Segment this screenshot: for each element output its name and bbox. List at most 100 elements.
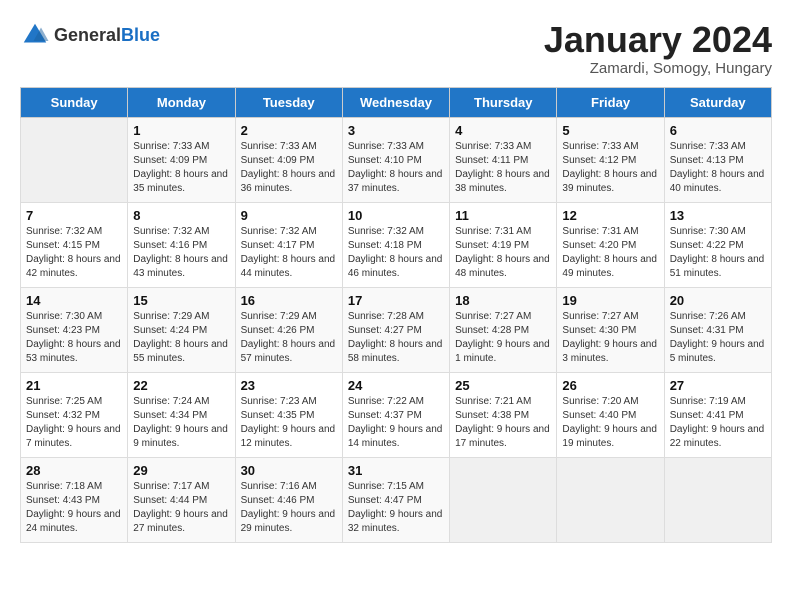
calendar-cell: [450, 457, 557, 542]
calendar-cell: 1 Sunrise: 7:33 AMSunset: 4:09 PMDaylight…: [128, 117, 235, 202]
logo-general: General: [54, 25, 121, 45]
day-number: 10: [348, 208, 444, 223]
col-header-sunday: Sunday: [21, 87, 128, 117]
calendar-cell: 12 Sunrise: 7:31 AMSunset: 4:20 PMDayligh…: [557, 202, 664, 287]
calendar-cell: 22Sunrise: 7:24 AMSunset: 4:34 PMDayligh…: [128, 372, 235, 457]
col-header-thursday: Thursday: [450, 87, 557, 117]
calendar-week-row: 14 Sunrise: 7:30 AMSunset: 4:23 PMDayligh…: [21, 287, 772, 372]
day-number: 28: [26, 463, 122, 478]
day-info: Sunrise: 7:30 AMSunset: 4:23 PMDaylight:…: [26, 310, 122, 366]
day-number: 11: [455, 208, 551, 223]
day-number: 27: [670, 378, 766, 393]
calendar-week-row: 7Sunrise: 7:32 AMSunset: 4:15 PMDaylight…: [21, 202, 772, 287]
calendar-cell: 14 Sunrise: 7:30 AMSunset: 4:23 PMDayligh…: [21, 287, 128, 372]
day-number: 16: [241, 293, 337, 308]
calendar-cell: 29 Sunrise: 7:17 AMSunset: 4:44 PMDayligh…: [128, 457, 235, 542]
calendar-week-row: 28 Sunrise: 7:18 AMSunset: 4:43 PMDayligh…: [21, 457, 772, 542]
day-number: 31: [348, 463, 444, 478]
col-header-tuesday: Tuesday: [235, 87, 342, 117]
calendar-table: SundayMondayTuesdayWednesdayThursdayFrid…: [20, 87, 772, 543]
calendar-week-row: 1 Sunrise: 7:33 AMSunset: 4:09 PMDaylight…: [21, 117, 772, 202]
day-info: Sunrise: 7:22 AMSunset: 4:37 PMDaylight:…: [348, 395, 444, 451]
day-info: Sunrise: 7:33 AMSunset: 4:13 PMDaylight:…: [670, 140, 766, 196]
calendar-cell: 5 Sunrise: 7:33 AMSunset: 4:12 PMDaylight…: [557, 117, 664, 202]
day-number: 8: [133, 208, 229, 223]
calendar-cell: [557, 457, 664, 542]
day-info: Sunrise: 7:33 AMSunset: 4:12 PMDaylight:…: [562, 140, 658, 196]
day-info: Sunrise: 7:27 AMSunset: 4:30 PMDaylight:…: [562, 310, 658, 366]
calendar-cell: 23 Sunrise: 7:23 AMSunset: 4:35 PMDayligh…: [235, 372, 342, 457]
logo-blue: Blue: [121, 25, 160, 45]
calendar-cell: 24 Sunrise: 7:22 AMSunset: 4:37 PMDayligh…: [342, 372, 449, 457]
col-header-friday: Friday: [557, 87, 664, 117]
title-block: January 2024 Zamardi, Somogy, Hungary: [544, 20, 772, 77]
day-number: 23: [241, 378, 337, 393]
day-number: 20: [670, 293, 766, 308]
calendar-week-row: 21 Sunrise: 7:25 AMSunset: 4:32 PMDayligh…: [21, 372, 772, 457]
day-number: 22: [133, 378, 229, 393]
day-number: 24: [348, 378, 444, 393]
day-info: Sunrise: 7:23 AMSunset: 4:35 PMDaylight:…: [241, 395, 337, 451]
day-info: Sunrise: 7:32 AMSunset: 4:17 PMDaylight:…: [241, 225, 337, 281]
calendar-cell: 26Sunrise: 7:20 AMSunset: 4:40 PMDayligh…: [557, 372, 664, 457]
day-number: 17: [348, 293, 444, 308]
day-number: 9: [241, 208, 337, 223]
calendar-cell: 8 Sunrise: 7:32 AMSunset: 4:16 PMDaylight…: [128, 202, 235, 287]
month-title: January 2024: [544, 20, 772, 60]
day-info: Sunrise: 7:31 AMSunset: 4:20 PMDaylight:…: [562, 225, 658, 281]
logo-text: GeneralBlue: [54, 25, 160, 46]
calendar-cell: 15 Sunrise: 7:29 AMSunset: 4:24 PMDayligh…: [128, 287, 235, 372]
page-header: GeneralBlue January 2024 Zamardi, Somogy…: [20, 20, 772, 77]
day-info: Sunrise: 7:31 AMSunset: 4:19 PMDaylight:…: [455, 225, 551, 281]
day-number: 1: [133, 123, 229, 138]
col-header-wednesday: Wednesday: [342, 87, 449, 117]
calendar-cell: 19 Sunrise: 7:27 AMSunset: 4:30 PMDayligh…: [557, 287, 664, 372]
day-info: Sunrise: 7:17 AMSunset: 4:44 PMDaylight:…: [133, 480, 229, 536]
day-number: 5: [562, 123, 658, 138]
calendar-cell: [21, 117, 128, 202]
day-info: Sunrise: 7:29 AMSunset: 4:26 PMDaylight:…: [241, 310, 337, 366]
calendar-header-row: SundayMondayTuesdayWednesdayThursdayFrid…: [21, 87, 772, 117]
day-info: Sunrise: 7:32 AMSunset: 4:16 PMDaylight:…: [133, 225, 229, 281]
calendar-cell: 7Sunrise: 7:32 AMSunset: 4:15 PMDaylight…: [21, 202, 128, 287]
day-info: Sunrise: 7:33 AMSunset: 4:10 PMDaylight:…: [348, 140, 444, 196]
col-header-monday: Monday: [128, 87, 235, 117]
day-number: 13: [670, 208, 766, 223]
calendar-cell: 9 Sunrise: 7:32 AMSunset: 4:17 PMDaylight…: [235, 202, 342, 287]
day-number: 2: [241, 123, 337, 138]
calendar-cell: 3Sunrise: 7:33 AMSunset: 4:10 PMDaylight…: [342, 117, 449, 202]
day-info: Sunrise: 7:33 AMSunset: 4:09 PMDaylight:…: [133, 140, 229, 196]
calendar-cell: 18 Sunrise: 7:27 AMSunset: 4:28 PMDayligh…: [450, 287, 557, 372]
calendar-cell: 10Sunrise: 7:32 AMSunset: 4:18 PMDayligh…: [342, 202, 449, 287]
day-info: Sunrise: 7:15 AMSunset: 4:47 PMDaylight:…: [348, 480, 444, 536]
day-number: 21: [26, 378, 122, 393]
day-number: 25: [455, 378, 551, 393]
col-header-saturday: Saturday: [664, 87, 771, 117]
day-number: 15: [133, 293, 229, 308]
day-info: Sunrise: 7:33 AMSunset: 4:09 PMDaylight:…: [241, 140, 337, 196]
calendar-cell: 16 Sunrise: 7:29 AMSunset: 4:26 PMDayligh…: [235, 287, 342, 372]
day-info: Sunrise: 7:16 AMSunset: 4:46 PMDaylight:…: [241, 480, 337, 536]
calendar-cell: 30 Sunrise: 7:16 AMSunset: 4:46 PMDayligh…: [235, 457, 342, 542]
calendar-cell: 20Sunrise: 7:26 AMSunset: 4:31 PMDayligh…: [664, 287, 771, 372]
calendar-cell: 25Sunrise: 7:21 AMSunset: 4:38 PMDayligh…: [450, 372, 557, 457]
logo-icon: [20, 20, 50, 50]
day-info: Sunrise: 7:33 AMSunset: 4:11 PMDaylight:…: [455, 140, 551, 196]
location-subtitle: Zamardi, Somogy, Hungary: [544, 60, 772, 77]
day-number: 18: [455, 293, 551, 308]
day-info: Sunrise: 7:28 AMSunset: 4:27 PMDaylight:…: [348, 310, 444, 366]
calendar-cell: 2 Sunrise: 7:33 AMSunset: 4:09 PMDaylight…: [235, 117, 342, 202]
calendar-cell: 21 Sunrise: 7:25 AMSunset: 4:32 PMDayligh…: [21, 372, 128, 457]
day-number: 29: [133, 463, 229, 478]
calendar-cell: 27Sunrise: 7:19 AMSunset: 4:41 PMDayligh…: [664, 372, 771, 457]
day-info: Sunrise: 7:29 AMSunset: 4:24 PMDaylight:…: [133, 310, 229, 366]
day-info: Sunrise: 7:20 AMSunset: 4:40 PMDaylight:…: [562, 395, 658, 451]
day-number: 19: [562, 293, 658, 308]
day-number: 14: [26, 293, 122, 308]
calendar-cell: 6Sunrise: 7:33 AMSunset: 4:13 PMDaylight…: [664, 117, 771, 202]
day-info: Sunrise: 7:25 AMSunset: 4:32 PMDaylight:…: [26, 395, 122, 451]
day-info: Sunrise: 7:18 AMSunset: 4:43 PMDaylight:…: [26, 480, 122, 536]
day-info: Sunrise: 7:27 AMSunset: 4:28 PMDaylight:…: [455, 310, 551, 366]
day-number: 30: [241, 463, 337, 478]
day-number: 12: [562, 208, 658, 223]
